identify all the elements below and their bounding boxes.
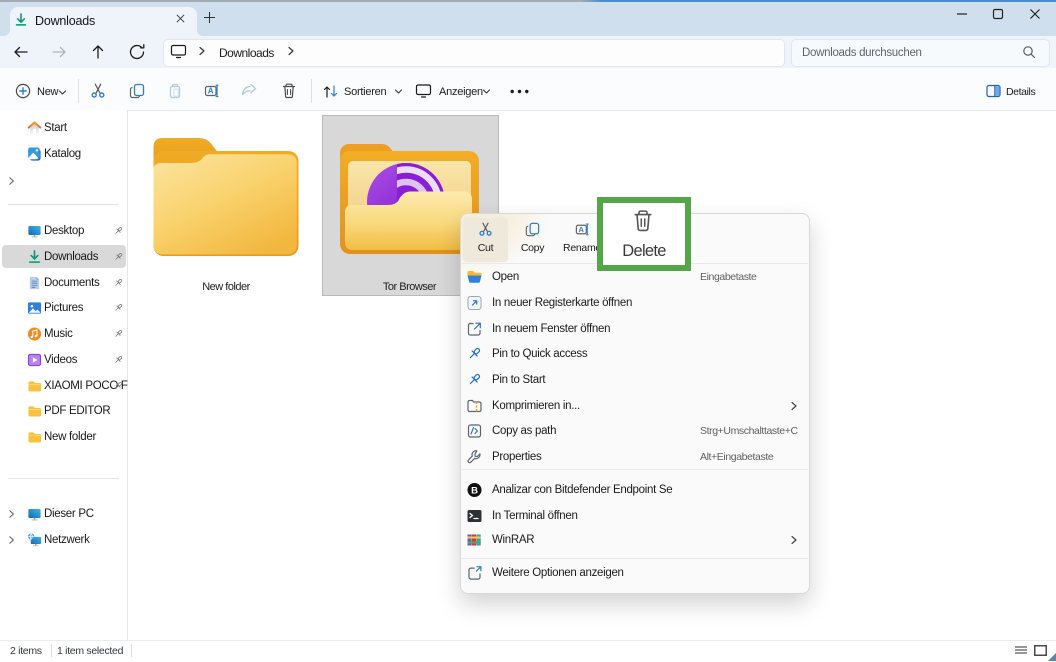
svg-text:B: B [471,485,478,496]
svg-text:A: A [579,225,585,234]
svg-text:A: A [208,87,214,96]
